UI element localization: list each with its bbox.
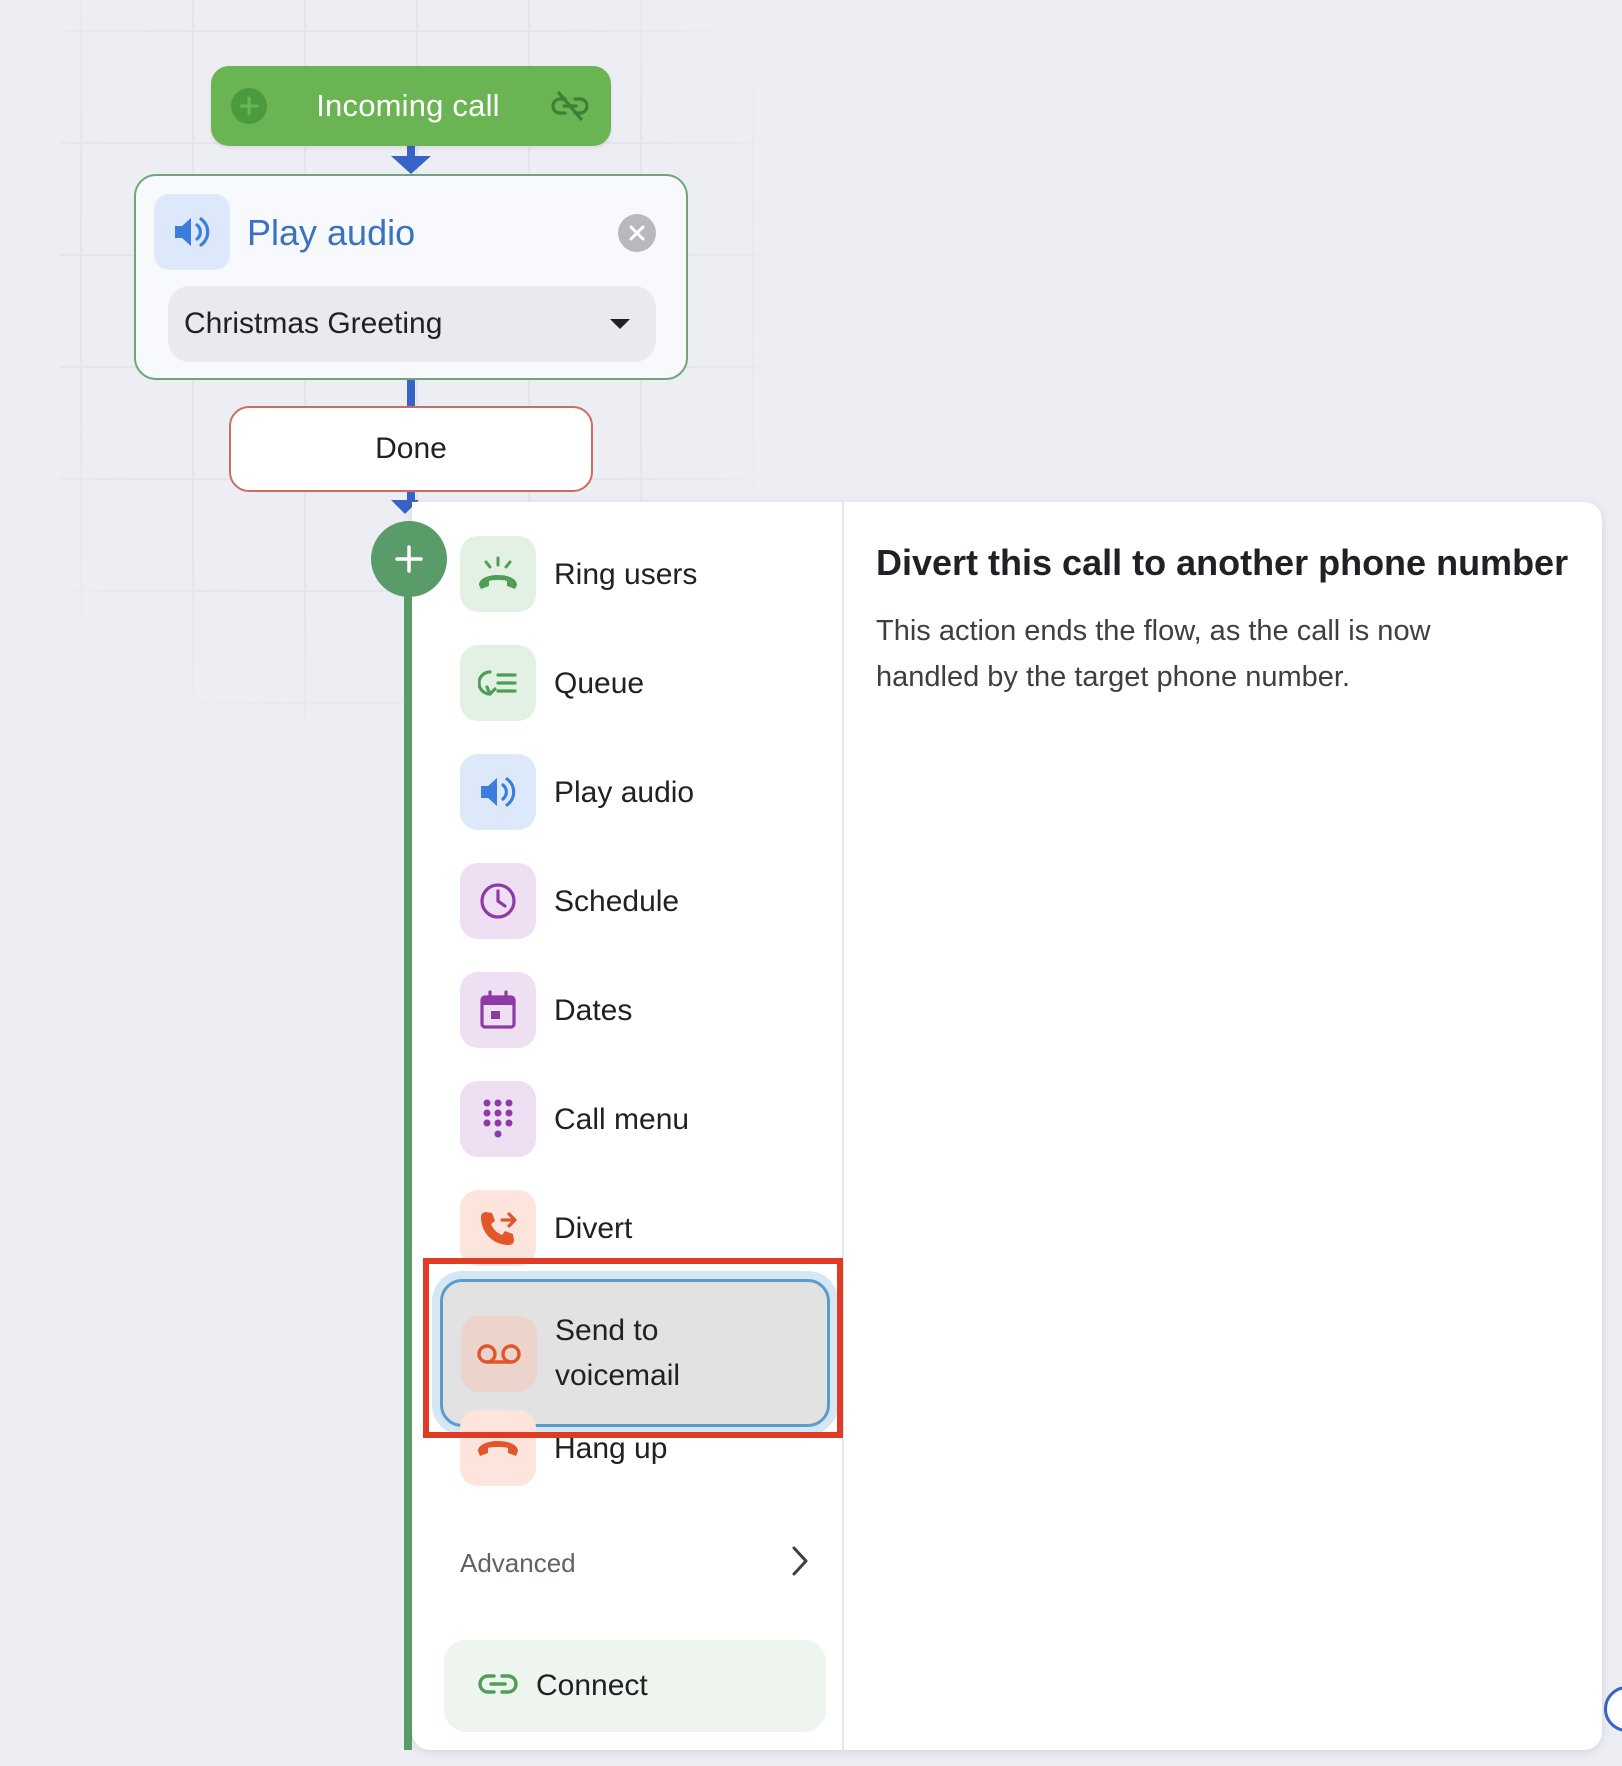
menu-item-queue[interactable]: Queue (460, 643, 840, 723)
calendar-icon (460, 972, 536, 1048)
menu-item-label: Ring users (554, 557, 698, 591)
close-icon[interactable] (618, 214, 656, 252)
zoom-control[interactable] (1604, 1686, 1622, 1732)
advanced-label: Advanced (460, 1547, 576, 1578)
connector-arrow (391, 156, 431, 174)
speaker-icon (460, 754, 536, 830)
audio-select-value: Christmas Greeting (184, 307, 443, 340)
menu-item-call-menu[interactable]: Call menu (460, 1079, 840, 1159)
menu-item-dates[interactable]: Dates (460, 970, 840, 1050)
menu-item-ring-users[interactable]: Ring users (460, 534, 840, 614)
connector-line (407, 380, 415, 406)
menu-item-divert[interactable]: Divert (460, 1188, 840, 1268)
chevron-right-icon (790, 1545, 810, 1582)
panel-divider (842, 502, 844, 1750)
menu-item-label: Queue (554, 666, 645, 700)
link-icon (478, 1673, 518, 1700)
connect-button[interactable]: Connect (444, 1640, 826, 1732)
menu-item-label: Play audio (554, 775, 695, 809)
incoming-call-title: Incoming call (316, 88, 500, 123)
action-picker-panel: Ring users Queue Play audio Schedule Dat… (412, 502, 1602, 1750)
highlight-box (423, 1258, 843, 1438)
ring-users-icon (460, 536, 536, 612)
divert-icon (460, 1190, 536, 1266)
add-icon[interactable] (231, 88, 267, 124)
incoming-call-node[interactable]: Incoming call (211, 66, 611, 146)
clock-icon (460, 863, 536, 939)
add-step-button[interactable] (371, 521, 447, 597)
play-audio-title: Play audio (247, 212, 416, 253)
chevron-down-icon (610, 319, 630, 329)
audio-select[interactable]: Christmas Greeting (168, 286, 656, 362)
advanced-toggle[interactable]: Advanced (460, 1538, 810, 1588)
play-audio-node[interactable]: Play audio Christmas Greeting (134, 174, 688, 380)
unlink-icon[interactable] (549, 85, 591, 127)
menu-item-schedule[interactable]: Schedule (460, 861, 840, 941)
details-title: Divert this call to another phone number (876, 542, 1569, 583)
dialpad-icon (460, 1081, 536, 1157)
done-button[interactable]: Done (229, 406, 593, 492)
menu-item-label: Divert (554, 1211, 633, 1245)
menu-item-label: Call menu (554, 1102, 690, 1136)
speaker-icon (154, 194, 230, 270)
menu-item-label: Dates (554, 993, 633, 1027)
menu-item-play-audio[interactable]: Play audio (460, 752, 840, 832)
flow-branch-line (404, 580, 412, 1750)
details-description: This action ends the flow, as the call i… (876, 615, 1431, 693)
queue-icon (460, 645, 536, 721)
connect-label: Connect (536, 1669, 648, 1702)
menu-item-label: Schedule (554, 884, 680, 918)
